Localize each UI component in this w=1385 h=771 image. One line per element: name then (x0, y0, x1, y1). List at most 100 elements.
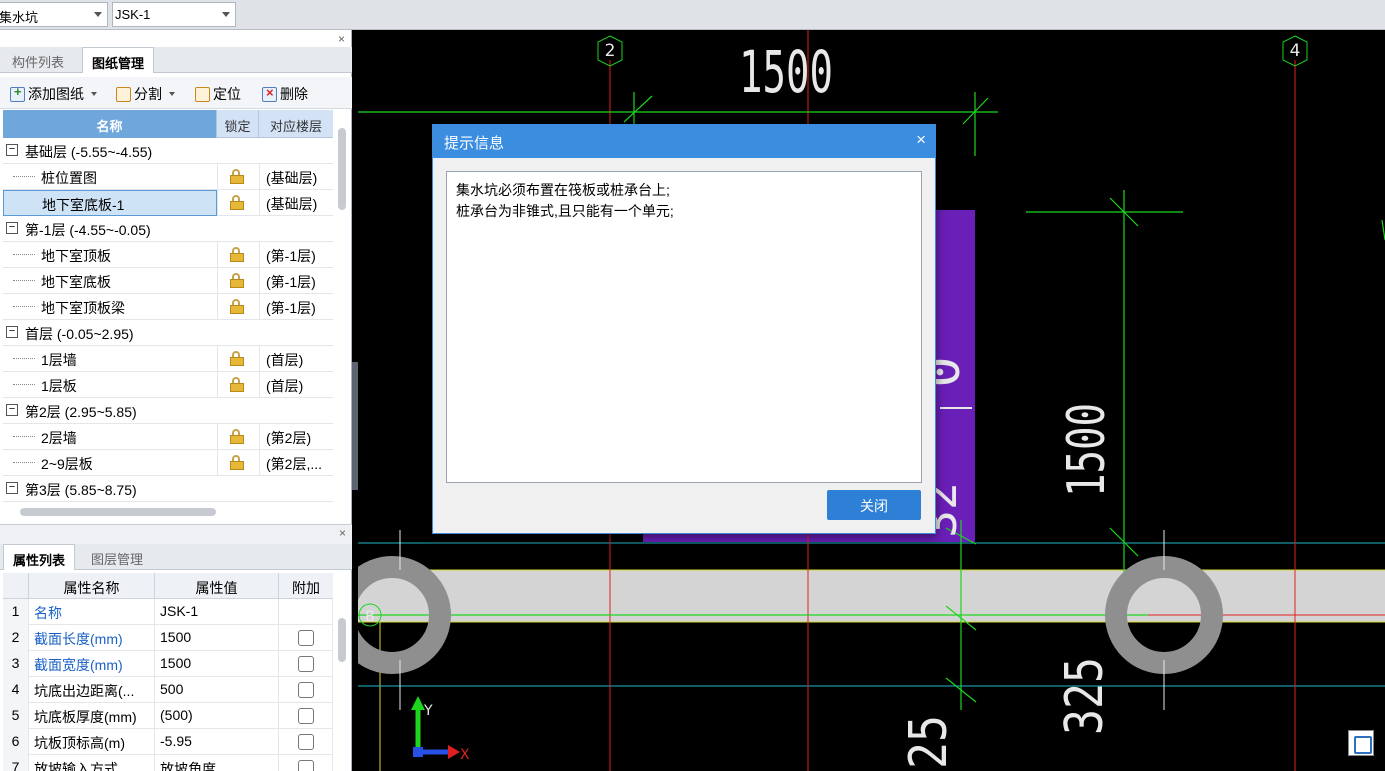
unlock-icon[interactable] (229, 455, 245, 470)
tab-property-list[interactable]: 属性列表 (3, 544, 76, 570)
ucs-y-label: Y (423, 703, 433, 719)
extra-checkbox[interactable] (298, 630, 314, 646)
tree-branch-line (13, 358, 35, 359)
unlock-icon[interactable] (229, 195, 245, 210)
property-index: 6 (3, 729, 29, 755)
property-value[interactable]: (500) (155, 703, 279, 729)
lock-cell[interactable] (217, 190, 259, 216)
tab-layer-management[interactable]: 图层管理 (82, 544, 152, 570)
component-name-combo[interactable]: JSK-1 (112, 2, 236, 27)
unlock-icon[interactable] (229, 377, 245, 392)
split-button[interactable]: 分割 (116, 84, 175, 104)
unlock-icon[interactable] (229, 299, 245, 314)
delete-button[interactable]: 删除 (262, 84, 308, 104)
extra-checkbox[interactable] (298, 708, 314, 724)
tree-drawing-row[interactable]: 1层板 (首层) (3, 372, 333, 398)
column-property-name: 属性名称 (29, 573, 155, 599)
property-row[interactable]: 2 截面长度(mm) 1500 (3, 625, 333, 651)
property-row[interactable]: 1 名称 JSK-1 (3, 599, 333, 625)
tree-vertical-scrollbar[interactable] (338, 128, 346, 210)
tab-drawing-management[interactable]: 图纸管理 (82, 47, 155, 73)
property-value[interactable]: 1500 (155, 625, 279, 651)
property-name: 名称 (29, 599, 155, 625)
tree-group-row[interactable]: − 第3层 (5.85~8.75) (3, 476, 333, 502)
unlock-icon[interactable] (229, 273, 245, 288)
property-row[interactable]: 3 截面宽度(mm) 1500 (3, 651, 333, 677)
floor-cell: (第2层,... (259, 450, 333, 476)
extra-checkbox[interactable] (298, 656, 314, 672)
property-value[interactable]: 放坡角度 (155, 755, 279, 771)
property-vertical-scrollbar[interactable] (338, 618, 346, 662)
property-row[interactable]: 5 坑底板厚度(mm) (500) (3, 703, 333, 729)
extra-checkbox[interactable] (298, 734, 314, 750)
unlock-icon[interactable] (229, 247, 245, 262)
tree-drawing-row[interactable]: 地下室顶板梁 (第-1层) (3, 294, 333, 320)
property-panel-close-icon[interactable]: × (339, 526, 346, 540)
unlock-icon[interactable] (229, 169, 245, 184)
add-drawing-label: 添加图纸 (28, 86, 84, 102)
column-lock[interactable]: 锁定 (217, 110, 259, 138)
lock-cell[interactable] (217, 268, 259, 294)
unlock-icon[interactable] (229, 429, 245, 444)
column-index (3, 573, 29, 599)
lock-cell[interactable] (217, 346, 259, 372)
property-row[interactable]: 6 坑板顶标高(m) -5.95 (3, 729, 333, 755)
property-row[interactable]: 4 坑底出边距离(... 500 (3, 677, 333, 703)
collapse-toggle-icon[interactable]: − (6, 482, 18, 494)
property-extra-cell (279, 677, 333, 703)
lock-cell[interactable] (217, 242, 259, 268)
property-value[interactable]: 1500 (155, 651, 279, 677)
chevron-down-icon[interactable] (94, 12, 102, 17)
tree-drawing-row[interactable]: 1层墙 (首层) (3, 346, 333, 372)
component-type-combo[interactable]: 集水坑 (0, 2, 108, 27)
lock-cell[interactable] (217, 372, 259, 398)
tab-component-list[interactable]: 构件列表 (3, 47, 73, 73)
lock-cell[interactable] (217, 424, 259, 450)
tree-drawing-row[interactable]: 地下室底板 (第-1层) (3, 268, 333, 294)
tree-group-row[interactable]: − 第2层 (2.95~5.85) (3, 398, 333, 424)
property-row[interactable]: 7 放坡输入方式 放坡角度 (3, 755, 333, 771)
drawing-panel-close-icon[interactable]: × (338, 32, 345, 46)
dialog-close-icon[interactable]: × (916, 130, 926, 150)
add-drawing-button[interactable]: 添加图纸 (10, 84, 97, 104)
property-name: 放坡输入方式 (29, 755, 155, 771)
tree-drawing-row[interactable]: 地下室顶板 (第-1层) (3, 242, 333, 268)
collapse-toggle-icon[interactable]: − (6, 404, 18, 416)
locate-button[interactable]: 定位 (195, 84, 241, 104)
collapse-toggle-icon[interactable]: − (6, 222, 18, 234)
lock-cell[interactable] (217, 450, 259, 476)
tree-drawing-row[interactable]: 2~9层板 (第2层,... (3, 450, 333, 476)
tree-row-label: 桩位置图 (41, 170, 97, 186)
lock-cell[interactable] (217, 294, 259, 320)
tree-drawing-row[interactable]: 地下室底板-1 (基础层) (3, 190, 333, 216)
property-grid-header: 属性名称 属性值 附加 (3, 573, 333, 599)
property-value[interactable]: JSK-1 (155, 599, 279, 625)
column-name[interactable]: 名称 (3, 110, 217, 138)
dialog-close-button[interactable]: 关闭 (827, 490, 921, 520)
property-value[interactable]: -5.95 (155, 729, 279, 755)
chevron-down-icon[interactable] (222, 12, 230, 17)
unlock-icon[interactable] (229, 351, 245, 366)
tree-group-row[interactable]: − 首层 (-0.05~2.95) (3, 320, 333, 346)
property-value[interactable]: 500 (155, 677, 279, 703)
tree-branch-line (13, 254, 35, 255)
extra-checkbox[interactable] (298, 682, 314, 698)
view-toggle-icon[interactable] (1348, 730, 1374, 756)
column-floor[interactable]: 对应楼层 (259, 110, 333, 138)
collapse-toggle-icon[interactable]: − (6, 144, 18, 156)
tree-drawing-row[interactable]: 2层墙 (第2层) (3, 424, 333, 450)
locate-label: 定位 (213, 86, 241, 102)
lock-cell[interactable] (217, 164, 259, 190)
dialog-title-bar[interactable]: 提示信息 × (433, 125, 935, 158)
drawing-panel-tabs: 构件列表 图纸管理 (0, 47, 352, 73)
extra-checkbox[interactable] (298, 760, 314, 771)
tree-horizontal-scrollbar[interactable] (20, 508, 216, 516)
tree-group-row[interactable]: − 基础层 (-5.55~-4.55) (3, 138, 333, 164)
floor-cell: (首层) (259, 346, 333, 372)
tree-drawing-row[interactable]: 桩位置图 (基础层) (3, 164, 333, 190)
property-panel-tabs: 属性列表 图层管理 (0, 544, 352, 570)
tree-group-row[interactable]: − 第-1层 (-4.55~-0.05) (3, 216, 333, 242)
collapse-toggle-icon[interactable]: − (6, 326, 18, 338)
property-index: 2 (3, 625, 29, 651)
ucs-axis-icon: Y X (411, 696, 470, 763)
